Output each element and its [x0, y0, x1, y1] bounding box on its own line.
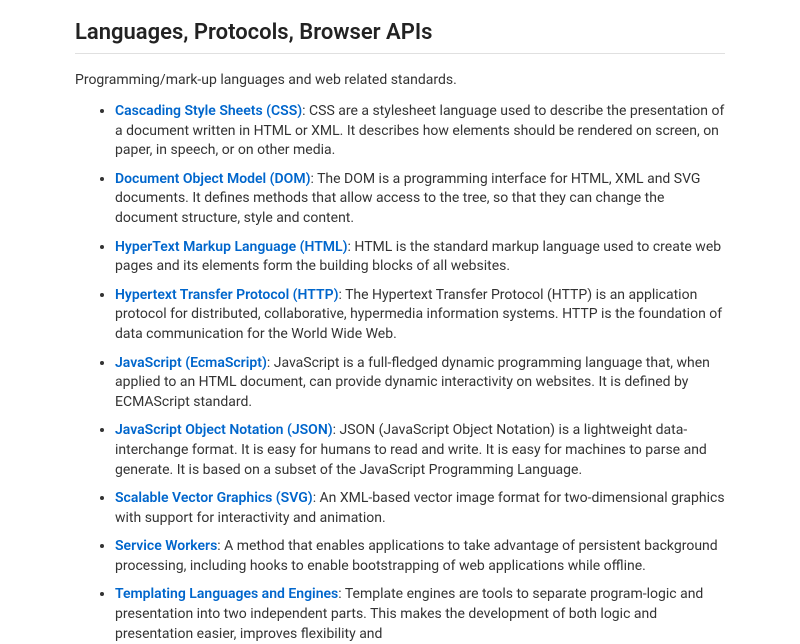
list-item: Templating Languages and Engines: Templa…: [115, 585, 725, 644]
list-item: Scalable Vector Graphics (SVG): An XML-b…: [115, 489, 725, 528]
topic-link-svg[interactable]: Scalable Vector Graphics (SVG): [115, 490, 313, 506]
topic-link-service-workers[interactable]: Service Workers: [115, 538, 217, 554]
list-item: JavaScript Object Notation (JSON): JSON …: [115, 421, 725, 480]
topic-link-json[interactable]: JavaScript Object Notation (JSON): [115, 422, 333, 438]
topic-link-html[interactable]: HyperText Markup Language (HTML): [115, 239, 348, 255]
section-intro: Programming/mark-up languages and web re…: [75, 72, 725, 88]
list-item: JavaScript (EcmaScript): JavaScript is a…: [115, 354, 725, 413]
list-item: Hypertext Transfer Protocol (HTTP): The …: [115, 286, 725, 345]
topic-link-dom[interactable]: Document Object Model (DOM): [115, 171, 310, 187]
topic-link-javascript[interactable]: JavaScript (EcmaScript): [115, 355, 267, 371]
section-heading: Languages, Protocols, Browser APIs: [75, 20, 725, 54]
topic-link-css[interactable]: Cascading Style Sheets (CSS): [115, 103, 302, 119]
topic-link-templating[interactable]: Templating Languages and Engines: [115, 586, 338, 602]
topic-link-http[interactable]: Hypertext Transfer Protocol (HTTP): [115, 287, 338, 303]
topic-list: Cascading Style Sheets (CSS): CSS are a …: [75, 102, 725, 644]
list-item: Cascading Style Sheets (CSS): CSS are a …: [115, 102, 725, 161]
list-item: HyperText Markup Language (HTML): HTML i…: [115, 238, 725, 277]
list-item: Document Object Model (DOM): The DOM is …: [115, 170, 725, 229]
list-item: Service Workers: A method that enables a…: [115, 537, 725, 576]
